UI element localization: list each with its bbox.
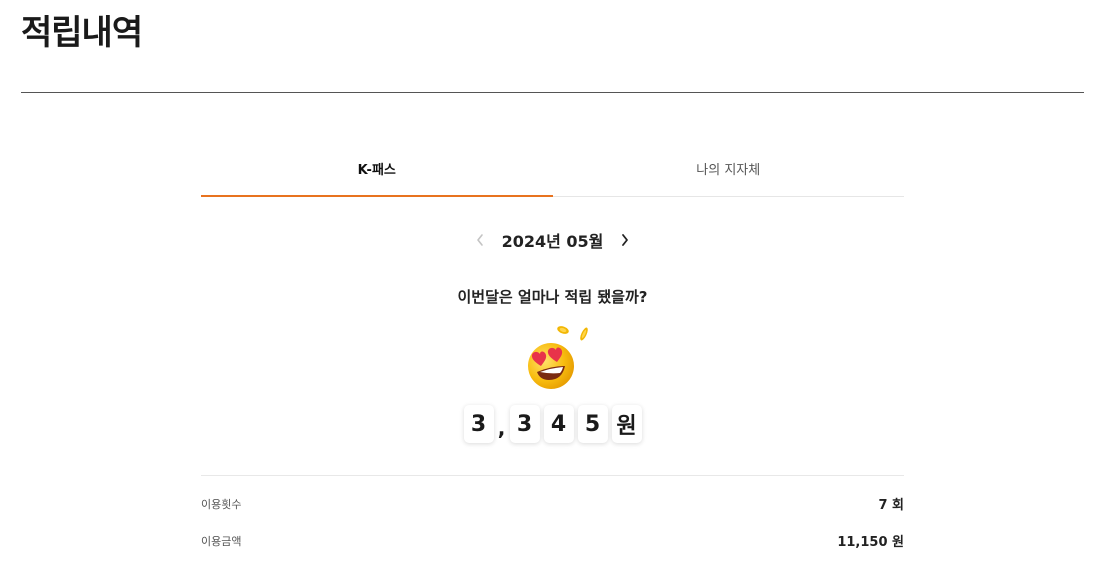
stat-row-usage-count: 이용횟수 7 회 [201, 494, 904, 514]
tab-bar: K-패스 나의 지자체 [201, 150, 904, 197]
amount-separator: , [497, 416, 506, 440]
tab-k-pass[interactable]: K-패스 [201, 150, 553, 197]
savings-question: 이번달은 얼마나 적립 됐을까? [457, 288, 648, 306]
chevron-left-icon[interactable] [472, 230, 488, 250]
savings-content: K-패스 나의 지자체 2024년 05월 이번달은 얼마나 적립 됐을까? 3… [201, 150, 904, 550]
usage-amount-value: 11,150 원 [837, 535, 904, 550]
heart-eyes-face-with-coins-icon [521, 322, 589, 390]
usage-count-value: 7 회 [878, 498, 904, 513]
chevron-right-icon[interactable] [617, 230, 633, 250]
stat-row-usage-amount: 이용금액 11,150 원 [201, 531, 904, 551]
usage-amount-label: 이용금액 [201, 534, 242, 548]
title-divider [21, 92, 1084, 93]
amount-digit: 3 [509, 405, 540, 443]
amount-digit: 3 [463, 405, 494, 443]
amount-digit: 4 [543, 405, 574, 443]
month-navigator: 2024년 05월 [201, 228, 904, 252]
savings-amount: 3 , 3 4 5 원 [201, 405, 904, 443]
amount-unit: 원 [611, 405, 642, 443]
tab-my-local-government[interactable]: 나의 지자체 [553, 150, 905, 196]
amount-digit: 5 [577, 405, 608, 443]
usage-count-label: 이용횟수 [201, 497, 242, 511]
page-title: 적립내역 [21, 13, 143, 53]
month-label: 2024년 05월 [501, 232, 604, 251]
stats-divider [201, 475, 904, 476]
